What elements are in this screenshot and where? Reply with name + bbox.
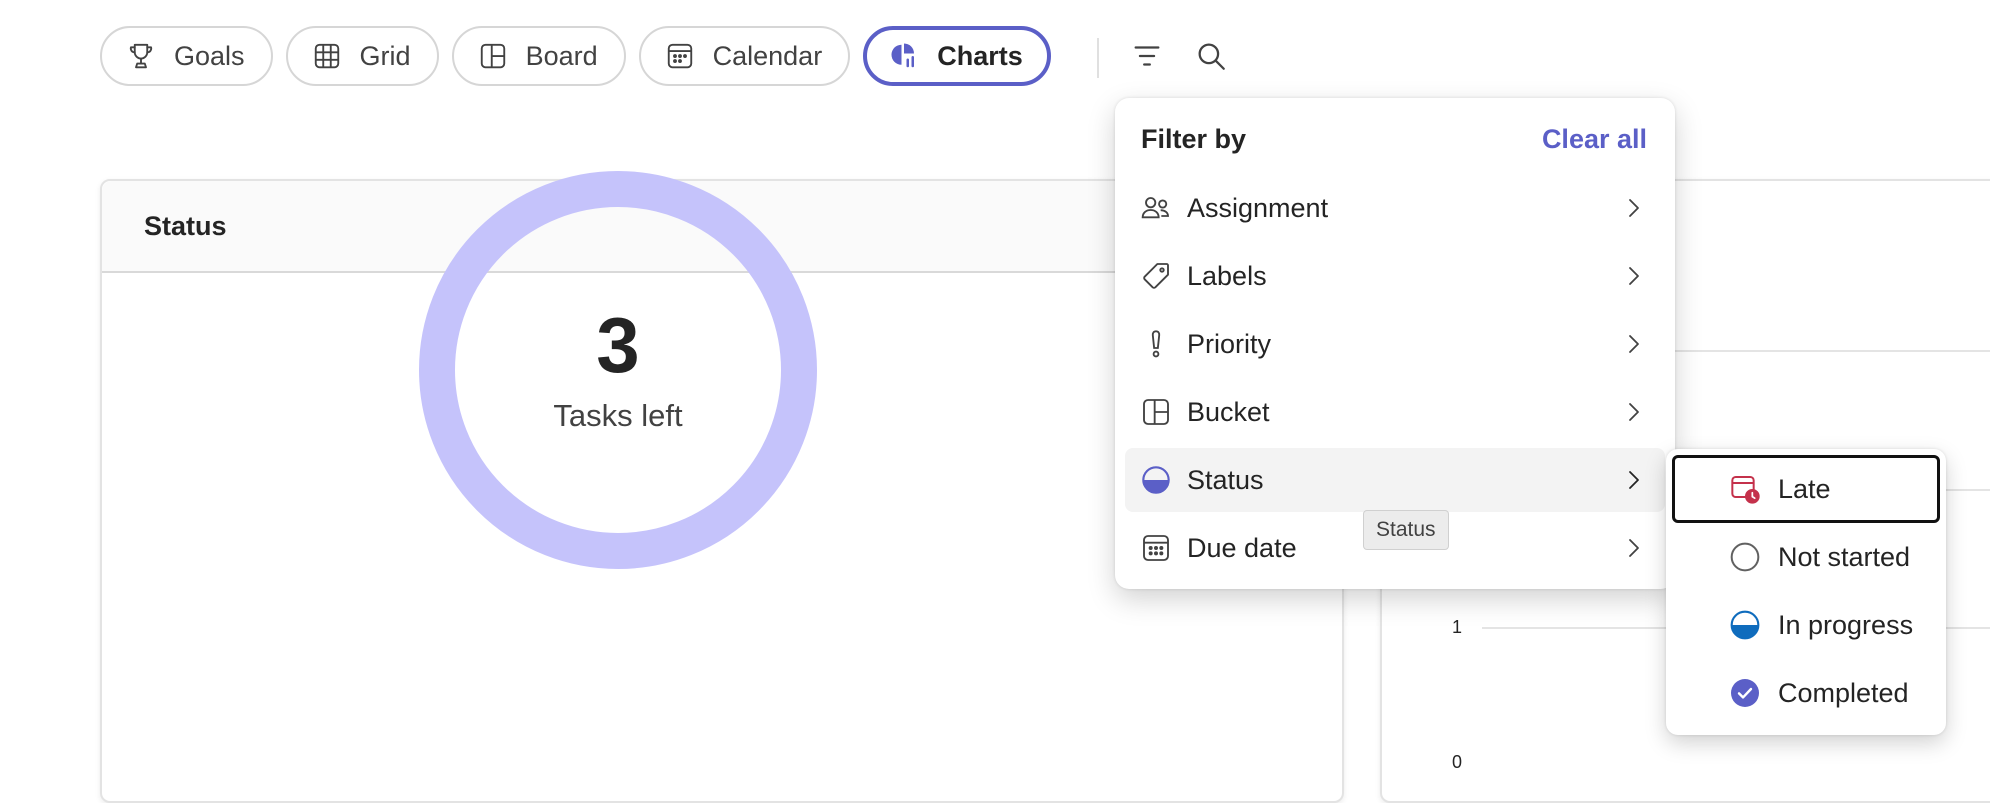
tab-board[interactable]: Board xyxy=(451,26,626,86)
tab-label: Charts xyxy=(937,40,1023,71)
status-option-label: Completed xyxy=(1778,677,1909,708)
status-icon xyxy=(1139,463,1173,497)
status-tooltip: Status xyxy=(1363,510,1449,550)
status-option-in-progress[interactable]: In progress xyxy=(1672,591,1940,659)
filter-item-label: Labels xyxy=(1187,260,1267,291)
view-tabs: Goals Grid Board Calendar Charts xyxy=(100,26,1051,86)
filter-menu-title: Filter by xyxy=(1141,124,1247,154)
chevron-right-icon xyxy=(1629,539,1639,557)
toolbar-divider xyxy=(1097,38,1099,78)
tab-label: Board xyxy=(525,40,598,71)
filter-item-label: Assignment xyxy=(1187,192,1329,223)
important-icon xyxy=(1139,327,1173,361)
status-option-label: Late xyxy=(1778,473,1831,504)
filter-item-label: Status xyxy=(1187,464,1264,495)
status-option-label: Not started xyxy=(1778,541,1911,572)
y-tick-label: 0 xyxy=(1452,752,1463,772)
chevron-right-icon xyxy=(1629,267,1639,285)
status-option-not-started[interactable]: Not started xyxy=(1672,523,1940,591)
board-icon xyxy=(478,41,508,71)
filter-item-label: Priority xyxy=(1187,328,1272,359)
calendar-icon xyxy=(665,41,695,71)
tab-calendar[interactable]: Calendar xyxy=(638,26,851,86)
clear-all-link[interactable]: Clear all xyxy=(1542,124,1647,155)
status-option-late[interactable]: Late xyxy=(1672,455,1940,523)
tag-icon xyxy=(1139,259,1173,293)
tab-charts[interactable]: Charts xyxy=(863,26,1051,86)
y-tick-label: 1 xyxy=(1452,617,1463,637)
filter-icon xyxy=(1130,39,1164,78)
search-icon xyxy=(1194,39,1228,78)
charts-icon xyxy=(889,41,919,71)
people-icon xyxy=(1139,191,1173,225)
filter-item-label: Bucket xyxy=(1187,396,1270,427)
chevron-right-icon xyxy=(1629,471,1639,489)
half-circle-icon xyxy=(1728,608,1762,642)
status-submenu: Late Not started In progress Completed xyxy=(1666,449,1946,735)
grid-icon xyxy=(312,41,342,71)
calendar-icon xyxy=(1139,531,1173,565)
late-calendar-icon xyxy=(1728,472,1762,506)
chevron-right-icon xyxy=(1629,199,1639,217)
tab-goals[interactable]: Goals xyxy=(100,26,273,86)
filter-item-bucket[interactable]: Bucket xyxy=(1125,380,1665,444)
chevron-right-icon xyxy=(1629,335,1639,353)
tab-label: Calendar xyxy=(712,40,823,71)
trophy-icon xyxy=(126,41,156,71)
filter-item-assignment[interactable]: Assignment xyxy=(1125,176,1665,240)
empty-circle-icon xyxy=(1728,540,1762,574)
filter-item-status[interactable]: Status xyxy=(1125,448,1665,512)
tasks-left-label: Tasks left xyxy=(553,398,683,433)
tasks-left-count: 3 xyxy=(596,301,640,389)
check-circle-icon xyxy=(1728,676,1762,710)
filter-item-labels[interactable]: Labels xyxy=(1125,244,1665,308)
filter-button[interactable] xyxy=(1127,38,1167,78)
tab-label: Grid xyxy=(359,40,411,71)
status-option-completed[interactable]: Completed xyxy=(1672,659,1940,727)
search-button[interactable] xyxy=(1191,38,1231,78)
chevron-right-icon xyxy=(1629,403,1639,421)
tab-grid[interactable]: Grid xyxy=(285,26,439,86)
status-option-label: In progress xyxy=(1778,609,1914,640)
bucket-icon xyxy=(1139,395,1173,429)
tab-label: Goals xyxy=(174,40,245,71)
filter-item-priority[interactable]: Priority xyxy=(1125,312,1665,376)
